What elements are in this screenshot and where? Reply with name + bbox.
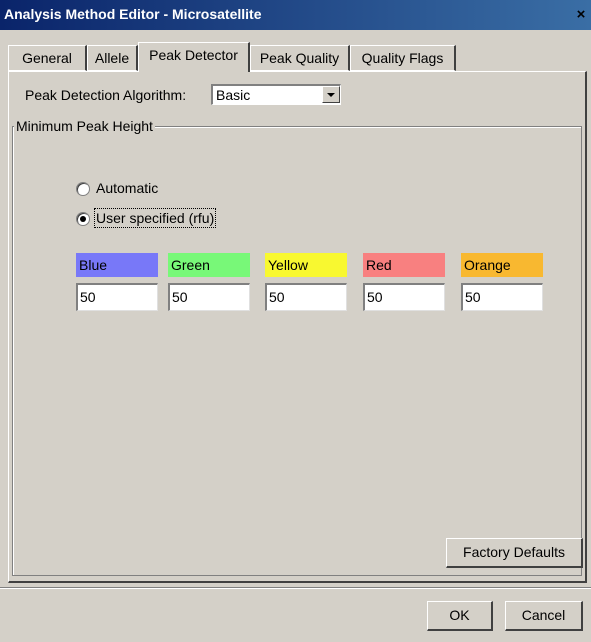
factory-defaults-button[interactable]: Factory Defaults	[446, 538, 583, 568]
channel-header-orange: Orange	[461, 253, 543, 277]
algorithm-label: Peak Detection Algorithm:	[25, 87, 187, 103]
automatic-radio[interactable]	[76, 182, 90, 196]
chevron-down-icon[interactable]	[322, 86, 340, 103]
algorithm-select[interactable]: Basic	[211, 84, 341, 105]
user-specified-label: User specified (rfu)	[93, 208, 217, 228]
algorithm-value: Basic	[216, 87, 251, 103]
cancel-button[interactable]: Cancel	[505, 601, 583, 631]
channel-header-yellow: Yellow	[265, 253, 347, 277]
tab-quality-flags[interactable]: Quality Flags	[350, 45, 456, 71]
automatic-label: Automatic	[96, 180, 159, 196]
red-threshold-input[interactable]: 50	[363, 283, 445, 311]
close-icon[interactable]: ×	[573, 7, 589, 23]
user-specified-radio[interactable]	[76, 212, 90, 226]
separator	[0, 587, 591, 589]
tab-peak-quality[interactable]: Peak Quality	[250, 45, 350, 71]
ok-button[interactable]: OK	[427, 601, 493, 631]
group-title: Minimum Peak Height	[14, 118, 155, 134]
tab-peak-detector[interactable]: Peak Detector	[138, 42, 250, 72]
channel-header-red: Red	[363, 253, 445, 277]
green-threshold-input[interactable]: 50	[168, 283, 250, 311]
orange-threshold-input[interactable]: 50	[461, 283, 543, 311]
tab-general[interactable]: General	[8, 45, 87, 71]
window-title: Analysis Method Editor - Microsatellite	[4, 6, 262, 22]
channel-header-green: Green	[168, 253, 250, 277]
channel-header-blue: Blue	[76, 253, 158, 277]
title-bar: Analysis Method Editor - Microsatellite …	[0, 0, 591, 30]
yellow-threshold-input[interactable]: 50	[265, 283, 347, 311]
blue-threshold-input[interactable]: 50	[76, 283, 158, 311]
tab-allele[interactable]: Allele	[87, 45, 138, 71]
